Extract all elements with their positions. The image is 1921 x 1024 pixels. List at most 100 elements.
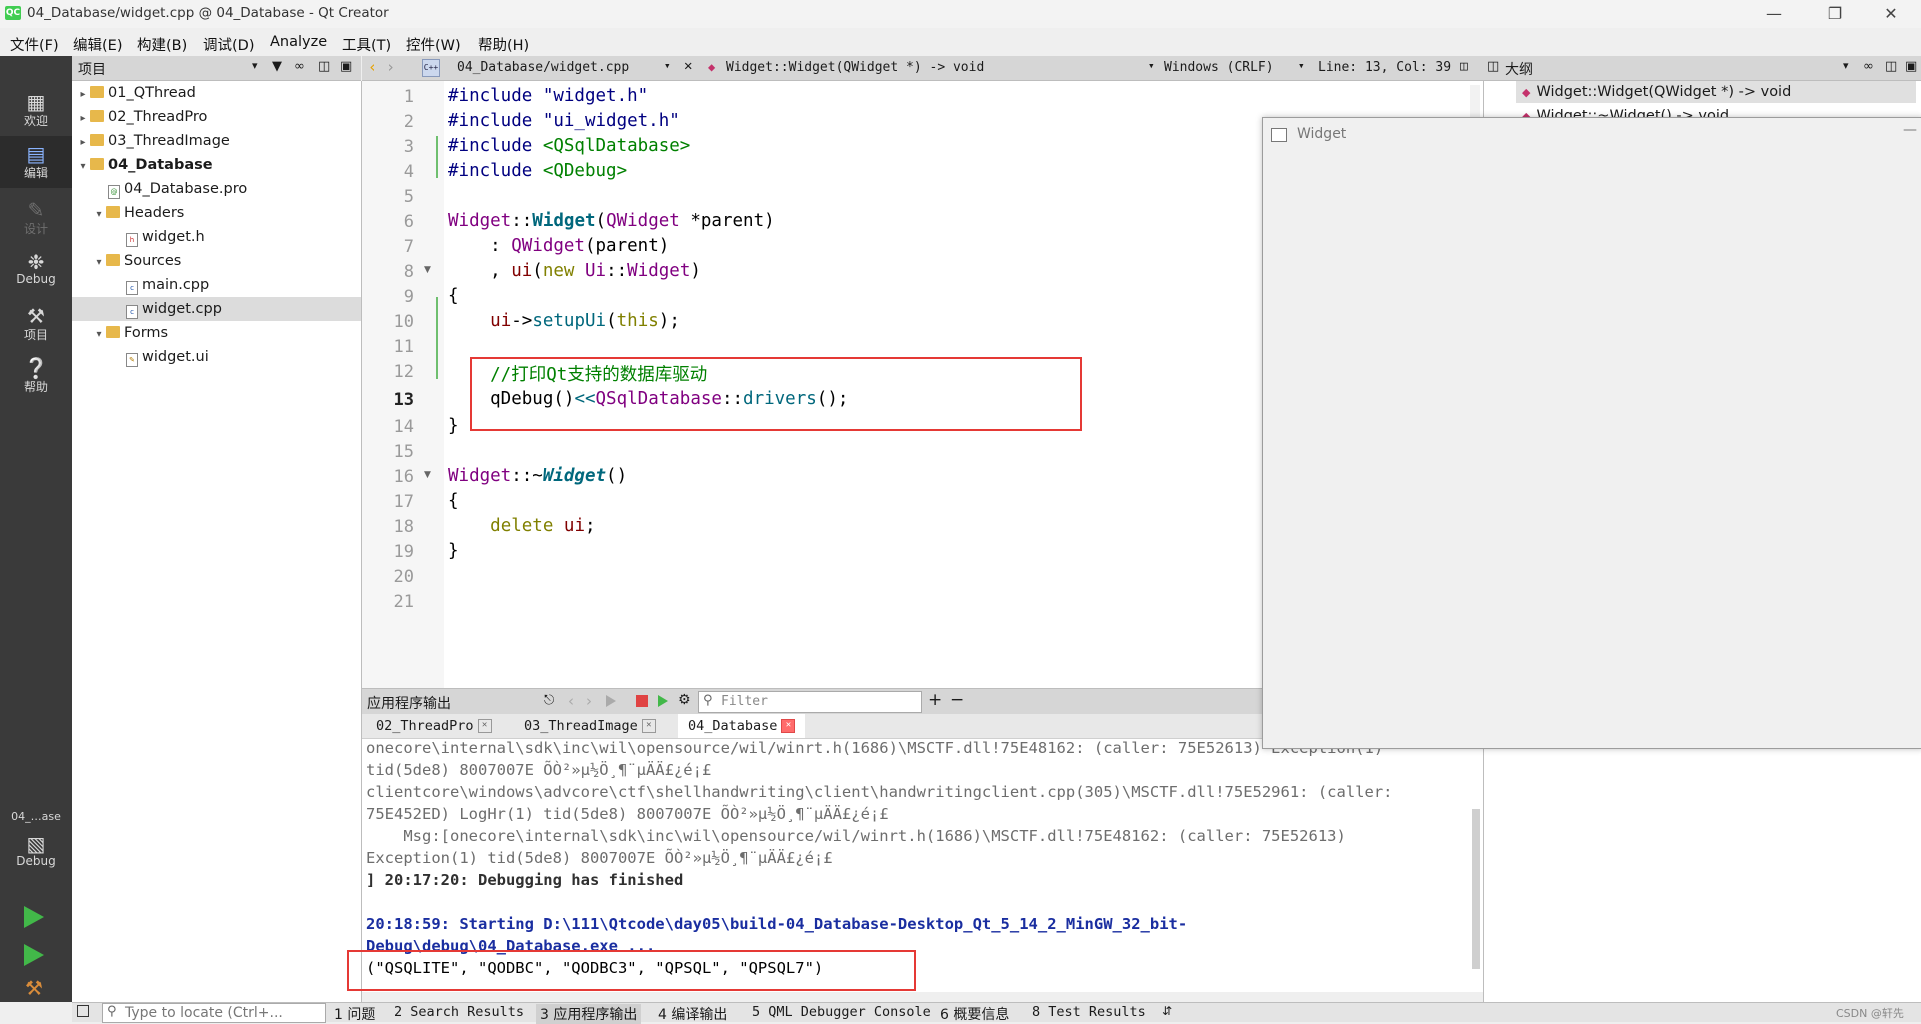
project-pane-header: 项目 ▾ ▼ ∞ ◫ ▣ xyxy=(72,56,361,81)
run-icon[interactable] xyxy=(24,906,44,928)
filter-icon[interactable]: ▼ xyxy=(272,59,282,74)
sidebar-toggle-icon[interactable] xyxy=(77,1005,89,1017)
close-icon[interactable]: ✕ xyxy=(781,719,796,733)
chevron-down-icon[interactable]: ▾ xyxy=(1298,59,1305,72)
pane-tab-search-results[interactable]: 2 Search Results xyxy=(394,1004,524,1020)
back-icon[interactable]: ‹ xyxy=(368,58,377,76)
output-tab-active[interactable]: 04_Database ✕ xyxy=(678,714,806,738)
gear-icon[interactable]: ⚙ xyxy=(678,692,691,708)
menu-analyze[interactable]: Analyze xyxy=(270,34,327,50)
tree-item-headers[interactable]: ▾ Headers xyxy=(72,201,361,225)
fold-arrow-icon[interactable]: ▼ xyxy=(424,470,431,480)
pane-tab-compile-output[interactable]: 4 编译输出 xyxy=(658,1004,727,1024)
menu-help[interactable]: 帮助(H) xyxy=(478,34,529,55)
stop-icon[interactable] xyxy=(636,695,648,707)
output-filter-input[interactable]: ⚲ Filter xyxy=(698,691,922,713)
link-icon[interactable]: ∞ xyxy=(1863,59,1874,74)
zoom-in-icon[interactable]: + xyxy=(928,690,942,710)
line-number: 13 xyxy=(393,390,414,410)
tree-item-widget-cpp[interactable]: c widget.cpp xyxy=(72,297,361,321)
pane-tab-qml-console[interactable]: 5 QML Debugger Console xyxy=(752,1004,931,1020)
restore-icon[interactable]: ❐ xyxy=(1812,0,1858,28)
outline-item[interactable]: ◆ Widget::Widget(QWidget *) -> void xyxy=(1516,81,1916,103)
locator-input[interactable]: ⚲ Type to locate (Ctrl+... xyxy=(102,1003,326,1023)
output-scrollbar[interactable] xyxy=(1472,809,1480,969)
next-icon[interactable]: › xyxy=(586,692,592,710)
chevron-down-icon[interactable]: ▾ xyxy=(92,323,106,347)
clear-icon[interactable]: ⎋ xyxy=(544,693,554,708)
kit-selector[interactable]: ▧ Debug xyxy=(0,832,72,882)
zoom-out-icon[interactable]: − xyxy=(950,690,964,710)
close-icon[interactable]: ✕ xyxy=(641,719,656,733)
menu-build[interactable]: 构建(B) xyxy=(137,34,187,55)
symbol-combo[interactable]: Widget::Widget(QWidget *) -> void xyxy=(726,60,984,75)
folder-icon xyxy=(106,326,120,338)
chevron-right-icon[interactable]: ▸ xyxy=(76,131,90,155)
link-icon[interactable]: ∞ xyxy=(294,59,305,74)
cursor-position[interactable]: Line: 13, Col: 39 xyxy=(1318,60,1451,75)
line-number: 10 xyxy=(393,312,414,332)
pane-tab-issues[interactable]: 1 问题 xyxy=(334,1004,375,1024)
minimize-icon[interactable]: — xyxy=(1751,0,1797,28)
chevron-down-icon[interactable]: ▾ xyxy=(76,155,90,179)
menu-file[interactable]: 文件(F) xyxy=(10,34,59,55)
forward-icon[interactable]: › xyxy=(386,58,395,76)
mode-projects[interactable]: ⚒ 项目 xyxy=(0,304,72,350)
tree-item-widget-h[interactable]: h widget.h xyxy=(72,225,361,249)
pane-tab-app-output[interactable]: 3 应用程序输出 xyxy=(536,1004,642,1024)
prev-icon[interactable]: ‹ xyxy=(568,692,574,710)
tree-item-sources[interactable]: ▾ Sources xyxy=(72,249,361,273)
encoding-combo[interactable]: Windows (CRLF) xyxy=(1164,60,1274,75)
mode-edit[interactable]: ▤ 编辑 xyxy=(0,136,72,188)
code-line: #include "ui_widget.h" xyxy=(448,111,680,131)
tree-item-02-threadpro[interactable]: ▸ 02_ThreadPro xyxy=(72,105,361,129)
menu-tools[interactable]: 工具(T) xyxy=(342,34,391,55)
mode-help[interactable]: ❔ 帮助 xyxy=(0,356,72,402)
split-icon[interactable]: ◫ xyxy=(318,59,330,74)
close-pane-icon[interactable]: ▣ xyxy=(340,59,352,74)
tree-item-forms[interactable]: ▾ Forms xyxy=(72,321,361,345)
attach-icon[interactable] xyxy=(658,695,668,707)
chevron-down-icon[interactable]: ▾ xyxy=(252,59,258,72)
build-hammer-icon[interactable]: ⚒ xyxy=(25,976,43,1000)
output-tab[interactable]: 02_ThreadPro ✕ xyxy=(366,714,502,738)
chevron-right-icon[interactable]: ▸ xyxy=(76,107,90,131)
tree-item-04-database[interactable]: ▾ 04_Database xyxy=(72,153,361,177)
pane-tab-general-messages[interactable]: 6 概要信息 xyxy=(940,1004,1009,1024)
tree-item-01-qthread[interactable]: ▸ 01_QThread xyxy=(72,81,361,105)
line-number: 16 xyxy=(393,467,414,487)
rerun-icon[interactable] xyxy=(606,695,616,707)
close-pane-icon[interactable]: ▣ xyxy=(1905,59,1917,74)
kit-selector-label[interactable]: 04_…ase xyxy=(0,810,72,830)
mode-debug[interactable]: ❉ Debug xyxy=(0,250,72,296)
tree-item-pro-file[interactable]: @04_Database.pro xyxy=(72,177,361,201)
chevron-down-icon[interactable]: ▾ xyxy=(1843,59,1849,72)
split-icon[interactable]: ◫ xyxy=(1487,59,1499,74)
chevron-right-icon[interactable]: ▸ xyxy=(76,83,90,107)
chevron-down-icon[interactable]: ▾ xyxy=(664,59,671,72)
more-tabs-icon[interactable]: ⇵ xyxy=(1162,1004,1172,1018)
menu-debug[interactable]: 调试(D) xyxy=(203,34,254,55)
close-icon[interactable]: ✕ xyxy=(477,719,492,733)
split-icon[interactable]: ◫ xyxy=(1885,59,1897,74)
menu-edit[interactable]: 编辑(E) xyxy=(73,34,122,55)
chevron-down-icon[interactable]: ▾ xyxy=(92,203,106,227)
menu-widgets[interactable]: 控件(W) xyxy=(406,34,461,55)
mode-welcome[interactable]: ▦ 欢迎 xyxy=(0,90,72,136)
tree-item-03-threadimage[interactable]: ▸ 03_ThreadImage xyxy=(72,129,361,153)
code-line: { xyxy=(448,286,459,306)
widget-window[interactable]: Widget — xyxy=(1262,117,1921,749)
close-icon[interactable]: ✕ xyxy=(684,58,692,74)
close-icon[interactable]: ✕ xyxy=(1868,0,1914,28)
debug-run-icon[interactable] xyxy=(24,944,44,966)
pane-tab-test-results[interactable]: 8 Test Results xyxy=(1032,1004,1146,1020)
tree-item-main-cpp[interactable]: c main.cpp xyxy=(72,273,361,297)
fold-arrow-icon[interactable]: ▼ xyxy=(424,265,431,275)
tree-item-widget-ui[interactable]: ✎ widget.ui xyxy=(72,345,361,369)
chevron-down-icon[interactable]: ▾ xyxy=(1148,59,1155,72)
open-file-combo[interactable]: 04_Database/widget.cpp xyxy=(457,60,629,75)
split-icon[interactable]: ◫ xyxy=(1460,59,1468,74)
minimize-icon[interactable]: — xyxy=(1903,122,1917,138)
output-tab[interactable]: 03_ThreadImage ✕ xyxy=(514,714,666,738)
chevron-down-icon[interactable]: ▾ xyxy=(92,251,106,275)
